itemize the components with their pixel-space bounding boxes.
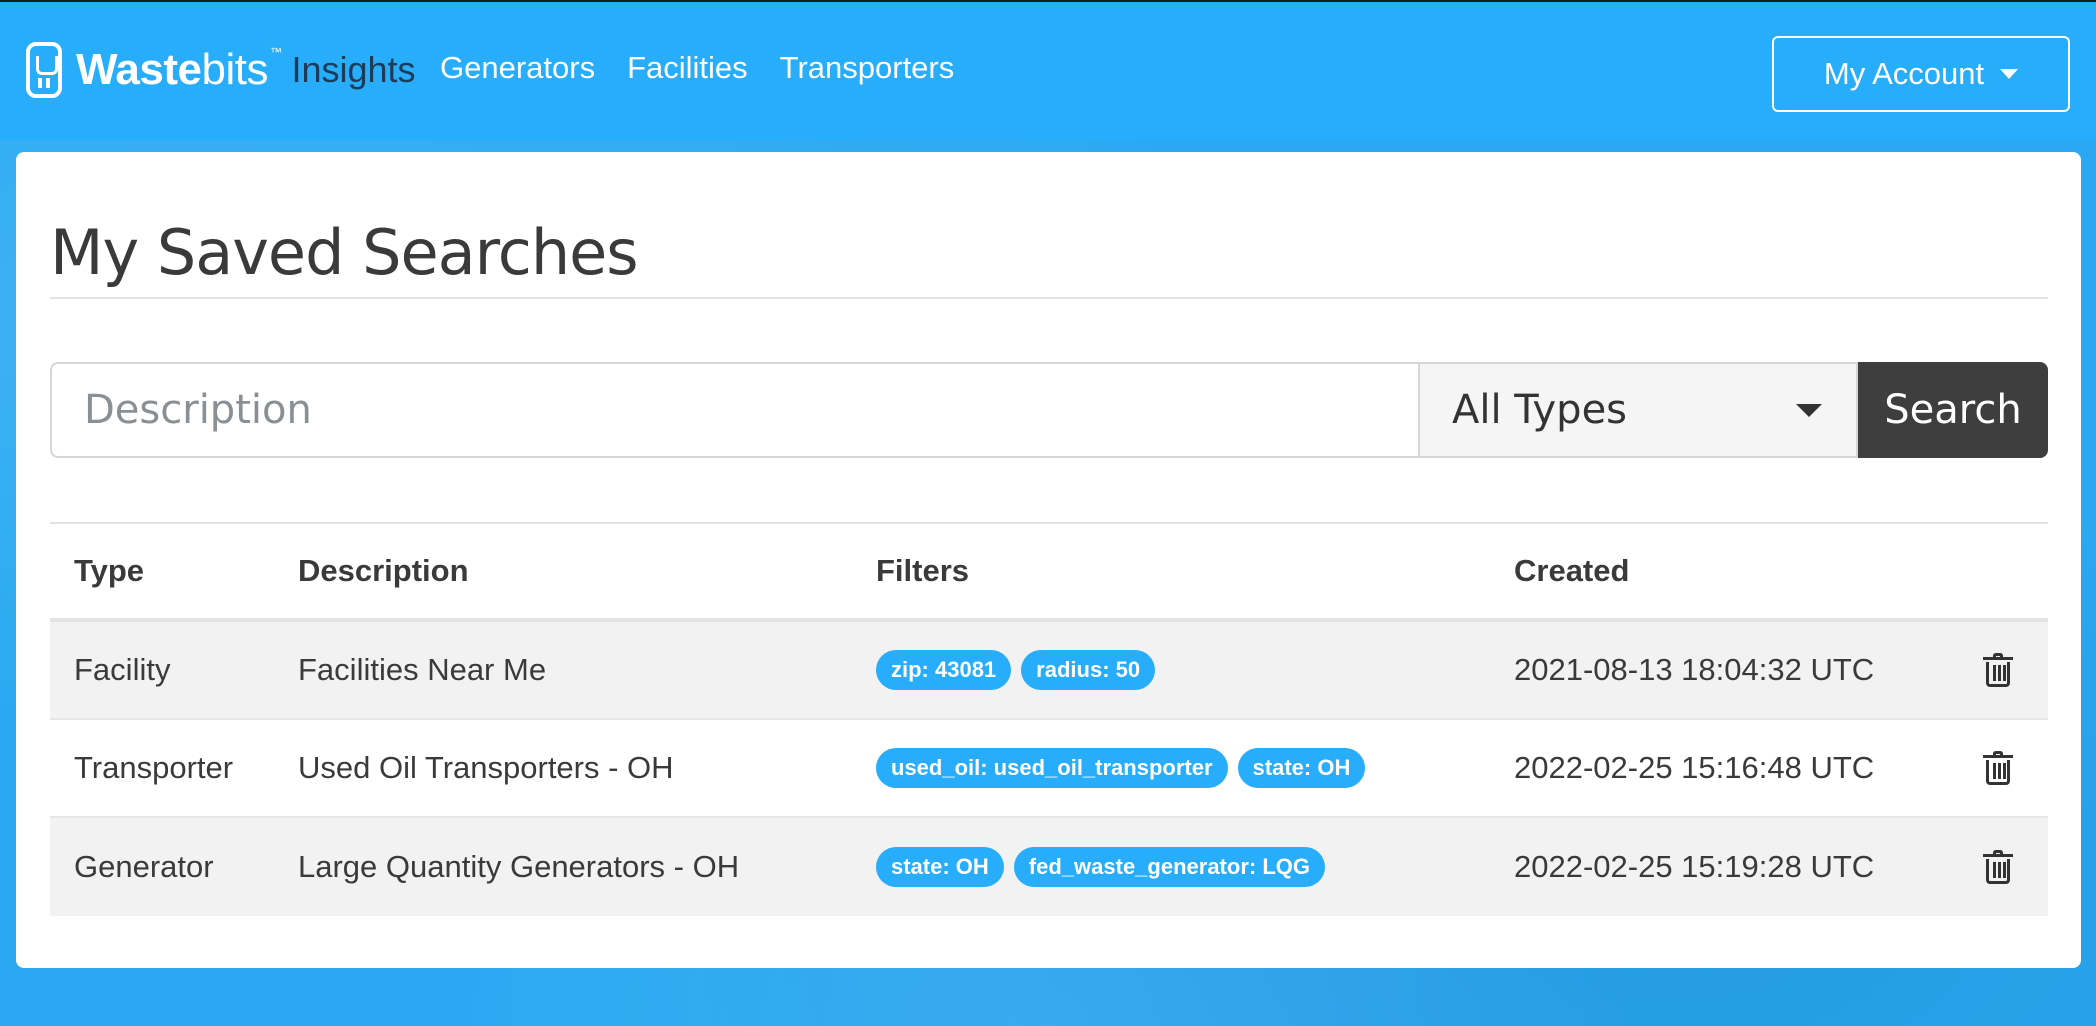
row-description: Used Oil Transporters - OH	[298, 750, 674, 785]
nav-link-transporters[interactable]: Transporters	[780, 50, 955, 86]
trash-icon	[1983, 751, 2013, 785]
brand-name-light: bits	[201, 45, 268, 94]
top-navbar: Wastebits ™ Insights Generators Facilitie…	[0, 2, 2096, 140]
type-select[interactable]: All Types	[1420, 362, 1858, 458]
table-row[interactable]: Transporter Used Oil Transporters - OH u…	[50, 720, 2048, 818]
brand-product-name: Insights	[291, 49, 416, 90]
chevron-down-icon	[2000, 69, 2019, 79]
filter-badge: zip: 43081	[876, 650, 1012, 690]
row-type: Generator	[74, 849, 214, 884]
description-search-input[interactable]	[50, 362, 1420, 458]
row-description: Large Quantity Generators - OH	[298, 849, 740, 884]
saved-searches-card: My Saved Searches All Types Search Type …	[16, 152, 2081, 968]
filter-badge: state: OH	[1237, 748, 1366, 788]
title-divider	[50, 297, 2048, 299]
column-header-type: Type	[74, 553, 145, 588]
nav-link-facilities[interactable]: Facilities	[627, 50, 748, 86]
brand-trademark: ™	[269, 45, 282, 59]
row-filters: used_oil: used_oil_transporter state: OH	[876, 748, 1514, 788]
my-account-label: My Account	[1823, 56, 1985, 91]
table-header-row: Type Description Filters Created	[50, 524, 2048, 622]
table-row[interactable]: Facility Facilities Near Me zip: 43081 r…	[50, 622, 2048, 720]
brand-logo-link[interactable]: Wastebits ™ Insights	[26, 40, 416, 100]
column-header-created: Created	[1514, 553, 1630, 588]
row-created: 2022-02-25 15:19:28 UTC	[1514, 849, 1875, 884]
brand-name: Wastebits ™	[76, 45, 282, 95]
row-created: 2021-08-13 18:04:32 UTC	[1514, 652, 1875, 687]
delete-button[interactable]	[1948, 751, 2048, 785]
nav-link-generators[interactable]: Generators	[440, 50, 595, 86]
row-type: Facility	[74, 652, 171, 687]
saved-searches-table: Type Description Filters Created Facilit…	[50, 524, 2048, 916]
row-filters: zip: 43081 radius: 50	[876, 650, 1514, 690]
column-header-description: Description	[298, 553, 469, 588]
row-description: Facilities Near Me	[298, 652, 547, 687]
table-row[interactable]: Generator Large Quantity Generators - OH…	[50, 818, 2048, 916]
delete-button[interactable]	[1948, 653, 2048, 687]
wastebits-logo-icon	[26, 42, 62, 98]
trash-icon	[1983, 653, 2013, 687]
row-created: 2022-02-25 15:16:48 UTC	[1514, 750, 1875, 785]
page-title: My Saved Searches	[50, 216, 639, 289]
chevron-down-icon	[1796, 403, 1822, 417]
search-form: All Types Search	[50, 362, 2048, 458]
trash-icon	[1983, 850, 2013, 884]
search-button[interactable]: Search	[1858, 362, 2048, 458]
main-nav: Generators Facilities Transporters	[440, 50, 954, 86]
brand-name-bold: Waste	[76, 45, 202, 94]
filter-badge: radius: 50	[1021, 650, 1156, 690]
type-select-value: All Types	[1452, 387, 1628, 433]
delete-button[interactable]	[1948, 850, 2048, 884]
filter-badge: state: OH	[876, 847, 1004, 887]
filter-badge: fed_waste_generator: LQG	[1013, 847, 1325, 887]
filter-badge: used_oil: used_oil_transporter	[876, 748, 1228, 788]
row-type: Transporter	[74, 750, 234, 785]
column-header-filters: Filters	[876, 553, 970, 588]
my-account-dropdown-button[interactable]: My Account	[1772, 36, 2070, 112]
row-filters: state: OH fed_waste_generator: LQG	[876, 847, 1514, 887]
